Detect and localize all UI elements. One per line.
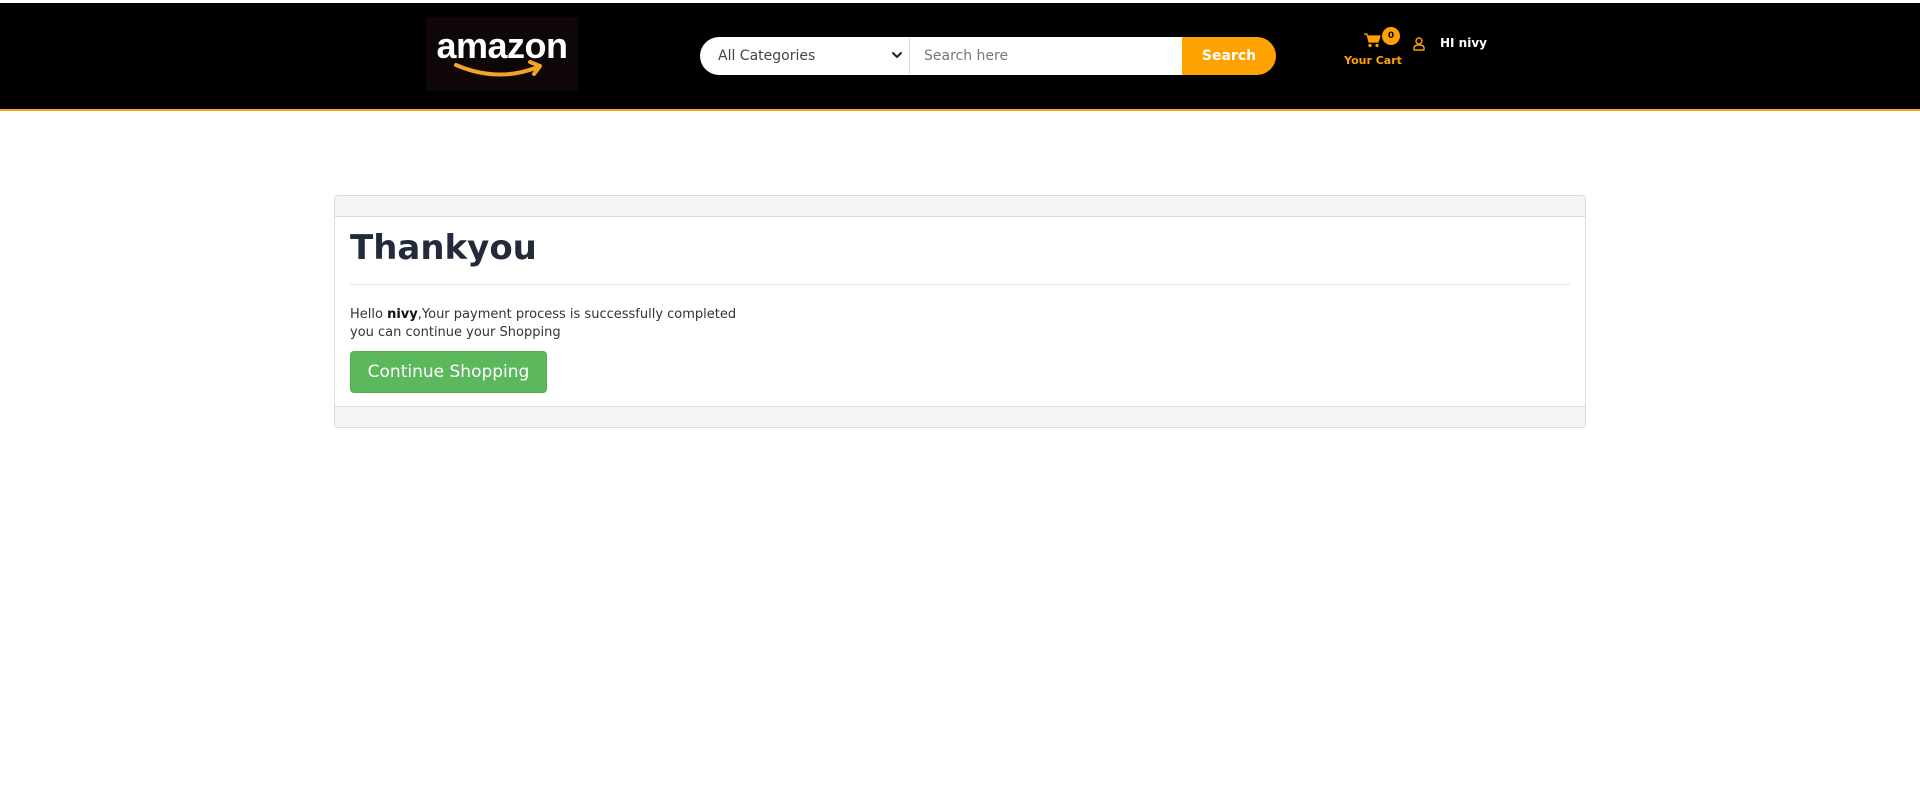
divider xyxy=(350,284,1570,285)
shopping-cart-icon xyxy=(1364,33,1381,48)
cart-label: Your Cart xyxy=(1344,54,1402,67)
amazon-logo[interactable]: amazon xyxy=(426,17,578,91)
category-select[interactable]: All Categories xyxy=(700,37,910,75)
cart-count-badge: 0 xyxy=(1382,27,1400,45)
cart-link[interactable]: 0 Your Cart xyxy=(1340,27,1406,73)
panel-header xyxy=(335,196,1585,217)
thankyou-panel: Thankyou Hello nivy,Your payment process… xyxy=(334,195,1586,428)
user-icon[interactable] xyxy=(1413,37,1425,51)
payment-message: Hello nivy,Your payment process is succe… xyxy=(350,306,736,342)
message-hello: Hello xyxy=(350,307,383,322)
message-username: nivy xyxy=(387,307,418,322)
search-button[interactable]: Search xyxy=(1182,37,1276,75)
message-line2: you can continue your Shopping xyxy=(350,325,561,340)
logo-smile-arrow-icon xyxy=(454,60,542,77)
page-title: Thankyou xyxy=(350,228,537,268)
user-greeting[interactable]: HI nivy xyxy=(1440,36,1487,50)
search-bar: All Categories Search xyxy=(700,37,1276,75)
chevron-down-icon xyxy=(892,52,902,58)
search-input[interactable] xyxy=(910,37,1182,75)
panel-footer xyxy=(335,406,1585,427)
category-selected-value: All Categories xyxy=(718,48,816,64)
message-line1: ,Your payment process is successfully co… xyxy=(417,307,737,322)
site-header: amazon All Categories Search 0 Your Cart… xyxy=(0,3,1920,111)
continue-shopping-button[interactable]: Continue Shopping xyxy=(350,351,547,393)
